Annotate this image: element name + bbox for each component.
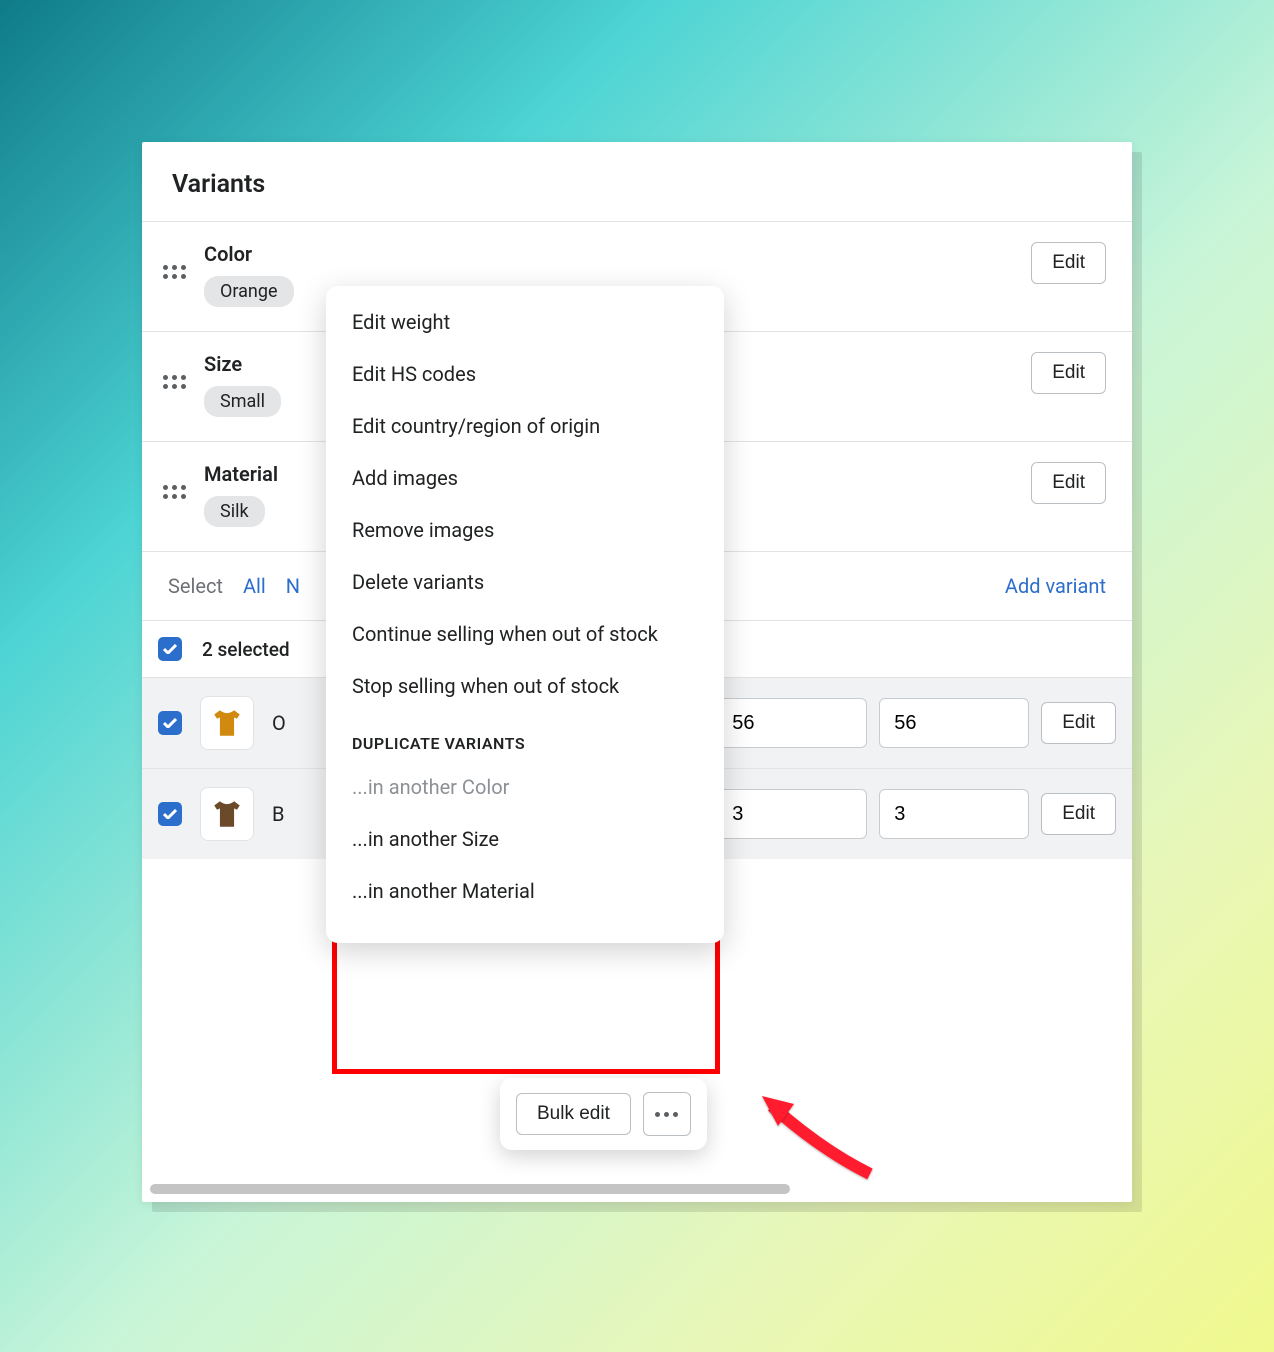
dots-icon — [673, 1112, 678, 1117]
option-chip[interactable]: Small — [204, 386, 281, 417]
add-variant-link[interactable]: Add variant — [1005, 574, 1106, 598]
drag-handle-icon[interactable] — [162, 260, 186, 284]
menu-item-edit-weight[interactable]: Edit weight — [326, 296, 724, 348]
option-chip[interactable]: Orange — [204, 276, 294, 307]
edit-variant-button[interactable]: Edit — [1041, 793, 1116, 835]
dots-icon — [664, 1112, 669, 1117]
select-label: Select — [168, 574, 223, 598]
menu-item-add-images[interactable]: Add images — [326, 452, 724, 504]
variant-label: O — [272, 711, 302, 735]
menu-item-dup-color: ...in another Color — [326, 761, 724, 813]
dots-icon — [655, 1112, 660, 1117]
option-chip[interactable]: Silk — [204, 496, 265, 527]
menu-item-dup-size[interactable]: ...in another Size — [326, 813, 724, 865]
edit-option-button[interactable]: Edit — [1031, 242, 1106, 284]
option-name: Color — [204, 242, 1013, 266]
variant-value-input-2[interactable] — [879, 698, 1029, 748]
drag-handle-icon[interactable] — [162, 370, 186, 394]
select-none-link[interactable]: N — [286, 574, 300, 598]
variant-checkbox[interactable] — [158, 802, 182, 826]
select-all-link[interactable]: All — [243, 574, 266, 598]
tshirt-icon — [210, 706, 244, 740]
tshirt-icon — [210, 797, 244, 831]
variant-label: B — [272, 802, 302, 826]
more-actions-button[interactable] — [643, 1092, 691, 1136]
edit-option-button[interactable]: Edit — [1031, 462, 1106, 504]
variant-thumbnail[interactable] — [200, 696, 254, 750]
variant-value-input-1[interactable] — [717, 789, 867, 839]
menu-item-edit-hs-codes[interactable]: Edit HS codes — [326, 348, 724, 400]
row-actions: Edit — [717, 698, 1116, 748]
selected-count: 2 selected — [202, 638, 290, 661]
variant-thumbnail[interactable] — [200, 787, 254, 841]
menu-item-dup-material[interactable]: ...in another Material — [326, 865, 724, 917]
menu-item-continue-selling[interactable]: Continue selling when out of stock — [326, 608, 724, 660]
check-icon — [163, 809, 177, 819]
menu-item-delete-variants[interactable]: Delete variants — [326, 556, 724, 608]
select-all-checkbox[interactable] — [158, 637, 182, 661]
variant-value-input-2[interactable] — [879, 789, 1029, 839]
edit-option-button[interactable]: Edit — [1031, 352, 1106, 394]
check-icon — [163, 644, 177, 654]
edit-variant-button[interactable]: Edit — [1041, 702, 1116, 744]
drag-handle-icon[interactable] — [162, 480, 186, 504]
variant-checkbox[interactable] — [158, 711, 182, 735]
bulk-action-toolbar: Bulk edit — [500, 1078, 707, 1150]
variant-value-input-1[interactable] — [717, 698, 867, 748]
duplicate-section-title: DUPLICATE VARIANTS — [326, 712, 724, 761]
bulk-edit-button[interactable]: Bulk edit — [516, 1093, 631, 1135]
horizontal-scrollbar[interactable] — [150, 1184, 790, 1194]
menu-item-remove-images[interactable]: Remove images — [326, 504, 724, 556]
menu-item-edit-country[interactable]: Edit country/region of origin — [326, 400, 724, 452]
row-actions: Edit — [717, 789, 1116, 839]
check-icon — [163, 718, 177, 728]
more-actions-popover: Edit weight Edit HS codes Edit country/r… — [326, 286, 724, 943]
panel-title: Variants — [142, 142, 1132, 221]
menu-item-stop-selling[interactable]: Stop selling when out of stock — [326, 660, 724, 712]
